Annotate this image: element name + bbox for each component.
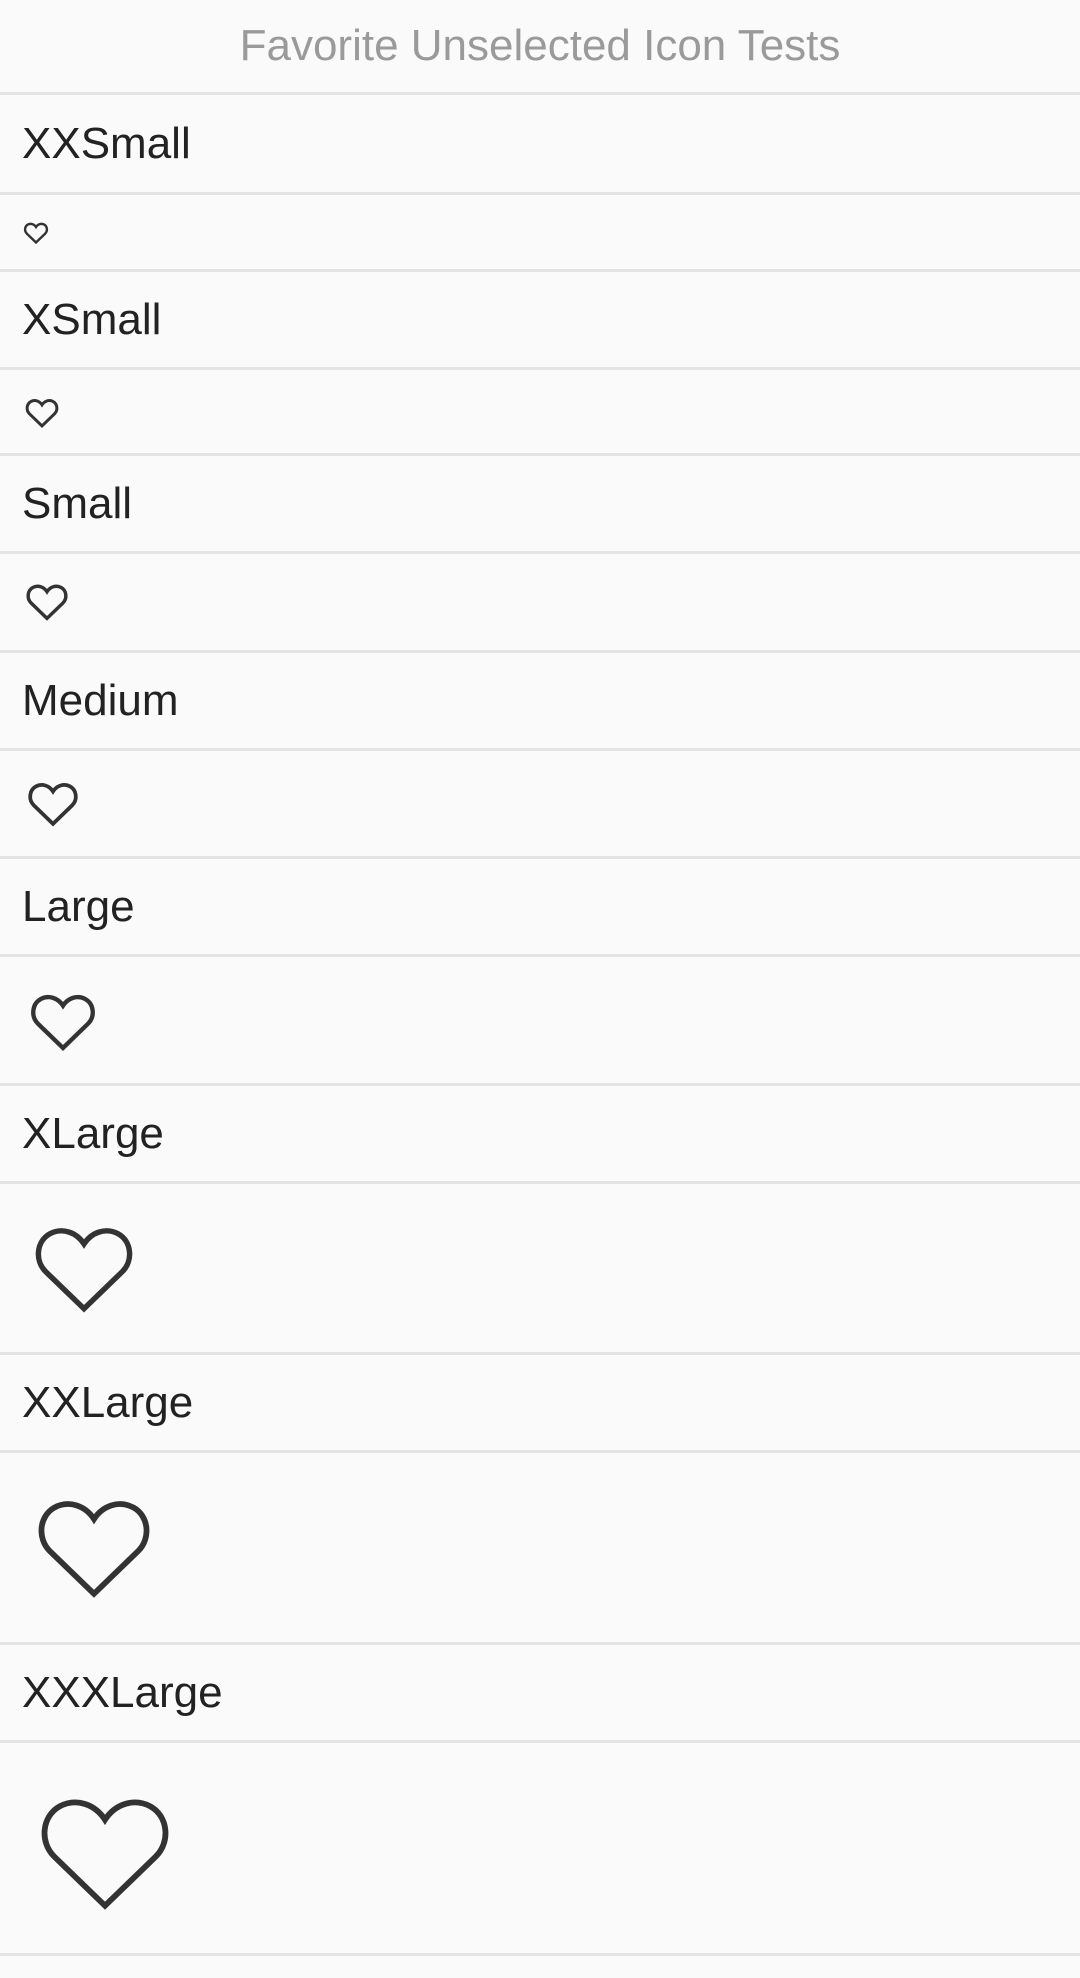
section-label-xlarge: XLarge [0,1086,1080,1184]
size-label: Small [22,478,133,528]
icon-row-xsmall [0,370,1080,456]
section-label-xsmall: XSmall [0,272,1080,370]
page-title: Favorite Unselected Icon Tests [239,21,841,70]
section-label-small: Small [0,456,1080,554]
heart-outline-icon [23,222,49,245]
icon-row-large [0,957,1080,1086]
icon-row-xxxlarge [0,1743,1080,1956]
heart-outline-icon [31,995,95,1051]
page-title-bar: Favorite Unselected Icon Tests [0,0,1080,95]
icon-row-xxlarge [0,1453,1080,1645]
section-label-large: Large [0,859,1080,957]
section-label-xxsmall: XXSmall [0,95,1080,195]
heart-outline-icon [28,783,78,827]
icon-row-small [0,554,1080,653]
section-label-xxxlarge: XXXLarge [0,1645,1080,1743]
icon-row-xxsmall [0,195,1080,272]
size-label: Large [22,881,135,931]
heart-outline-icon [26,584,68,621]
heart-outline-icon [25,399,59,429]
icon-row-xlarge [0,1184,1080,1355]
heart-outline-icon [41,1799,169,1910]
size-label: XLarge [22,1108,164,1158]
section-label-medium: Medium [0,653,1080,751]
size-label: XXSmall [22,118,191,168]
size-label: XXXLarge [22,1667,223,1717]
section-label-xxlarge: XXLarge [0,1355,1080,1453]
heart-outline-icon [35,1228,133,1313]
size-label: Medium [22,675,179,725]
size-label: XSmall [22,294,162,344]
size-label: XXLarge [22,1377,194,1427]
heart-outline-icon [38,1501,150,1598]
icon-row-medium [0,751,1080,859]
